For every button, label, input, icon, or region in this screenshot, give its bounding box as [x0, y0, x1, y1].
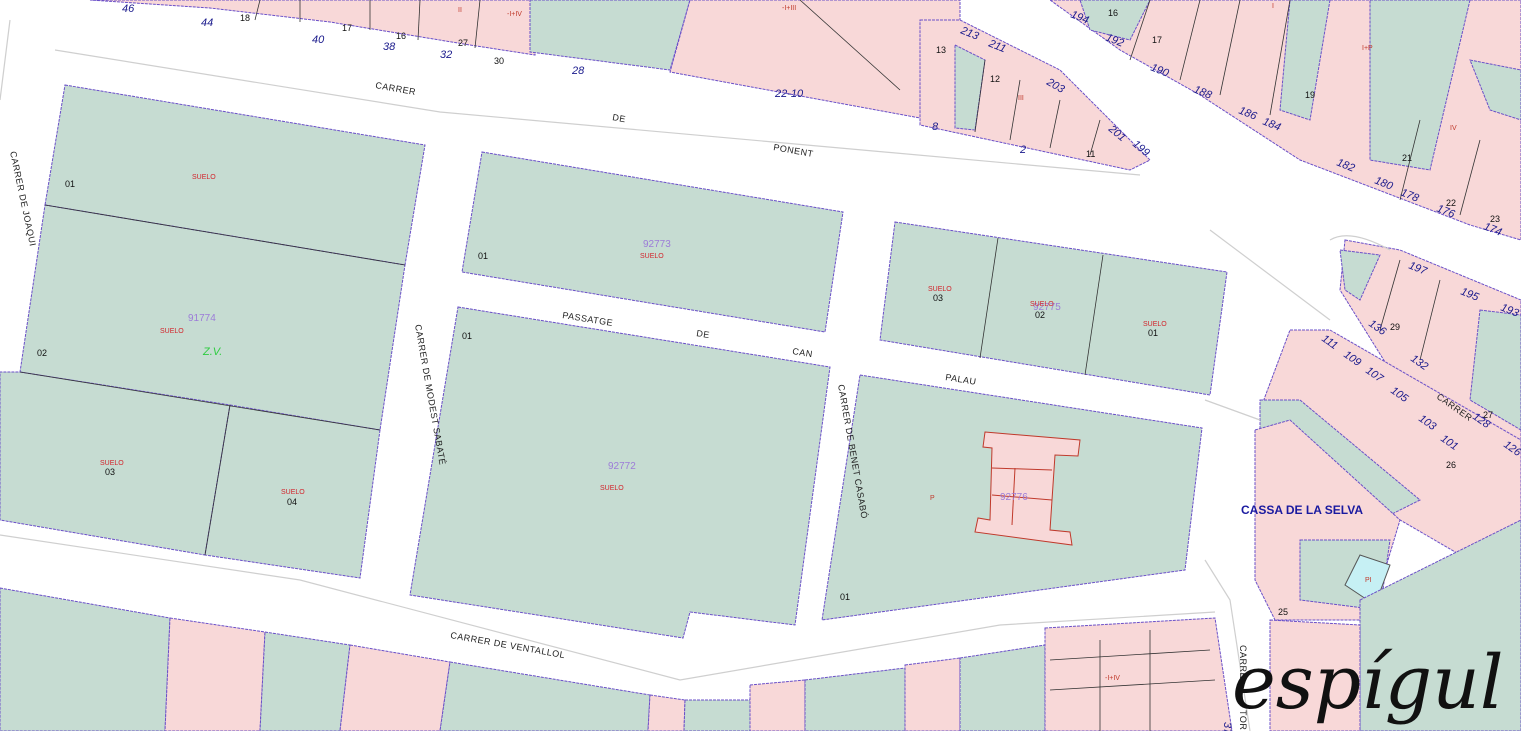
watermark-logo: espígul	[1232, 640, 1504, 726]
land-label: SUELO	[281, 489, 305, 496]
parcel-number: 03	[105, 467, 115, 477]
floor-mark: -I+III	[782, 5, 796, 12]
parcel-number: 01	[1148, 328, 1158, 338]
building-number: 19	[1305, 90, 1315, 100]
land-label: SUELO	[192, 174, 216, 181]
house-number: 32	[440, 49, 452, 61]
floor-mark: -I+IV	[507, 11, 522, 18]
parcel-number: 02	[1035, 310, 1045, 320]
floor-mark: P	[930, 495, 935, 502]
floor-mark: I+P	[1362, 45, 1373, 52]
floor-mark: PI	[1365, 577, 1372, 584]
land-label: SUELO	[600, 485, 624, 492]
building-number: 16	[1108, 8, 1118, 18]
green-zone-label: Z.V.	[202, 346, 222, 358]
building-number: 29	[1390, 322, 1400, 332]
floor-mark: IV	[1450, 125, 1457, 132]
building-number: 25	[1278, 607, 1288, 617]
land-label: SUELO	[100, 460, 124, 467]
house-number: 22-10	[774, 88, 804, 100]
parcel-number: 01	[840, 592, 850, 602]
building-number: 22	[1446, 198, 1456, 208]
block-id-91774: 91774	[188, 313, 216, 324]
building-number: 21	[1402, 153, 1412, 163]
land-label: SUELO	[160, 328, 184, 335]
house-number: 17	[342, 23, 352, 33]
house-number: 18	[240, 13, 250, 23]
parcel-number: 02	[37, 348, 47, 358]
cadastral-map[interactable]: CARRER DE PONENT PASSATGE DE CAN PALAU C…	[0, 0, 1521, 735]
block-91774[interactable]	[0, 84, 426, 579]
house-number: 38	[383, 41, 396, 53]
house-number: 30	[494, 56, 504, 66]
floor-mark: -I+IV	[1105, 675, 1120, 682]
building-number: 26	[1446, 460, 1456, 470]
floor-mark: I	[1272, 3, 1274, 10]
block-id-92776: 92776	[1000, 492, 1028, 503]
house-number: 11	[1086, 149, 1095, 159]
house-number: 2	[1019, 144, 1026, 156]
house-number: 16	[396, 31, 406, 41]
house-number: 27	[458, 38, 468, 48]
land-label: SUELO	[1030, 301, 1054, 308]
parcel-number: 04	[287, 497, 297, 507]
house-number: 40	[312, 34, 325, 46]
street-de-2: DE	[696, 328, 711, 340]
parcel-number: 03	[933, 293, 943, 303]
parcel-number: 01	[478, 251, 488, 261]
house-number: 8	[932, 121, 939, 133]
parcel-number: 01	[462, 331, 472, 341]
house-number: 44	[201, 17, 213, 29]
land-label: SUELO	[928, 286, 952, 293]
floor-mark: II	[458, 7, 462, 14]
building-number: 17	[1152, 35, 1162, 45]
block-id-92772: 92772	[608, 461, 636, 472]
block-92772[interactable]	[409, 306, 831, 639]
house-number: 13	[936, 45, 946, 55]
house-number: 12	[990, 74, 1000, 84]
land-label: SUELO	[640, 253, 664, 260]
place-name-label: CASSA DE LA SELVA	[1241, 503, 1363, 517]
building-number: 27	[1483, 410, 1493, 420]
block-id-92773: 92773	[643, 239, 671, 250]
parcel-number: 01	[65, 179, 75, 189]
building-number: 23	[1490, 214, 1500, 224]
floor-mark: III	[1018, 95, 1024, 102]
land-label: SUELO	[1143, 321, 1167, 328]
map-canvas: CARRER DE PONENT PASSATGE DE CAN PALAU C…	[0, 0, 1521, 735]
house-number: 28	[571, 65, 585, 77]
house-number: 46	[122, 3, 135, 15]
